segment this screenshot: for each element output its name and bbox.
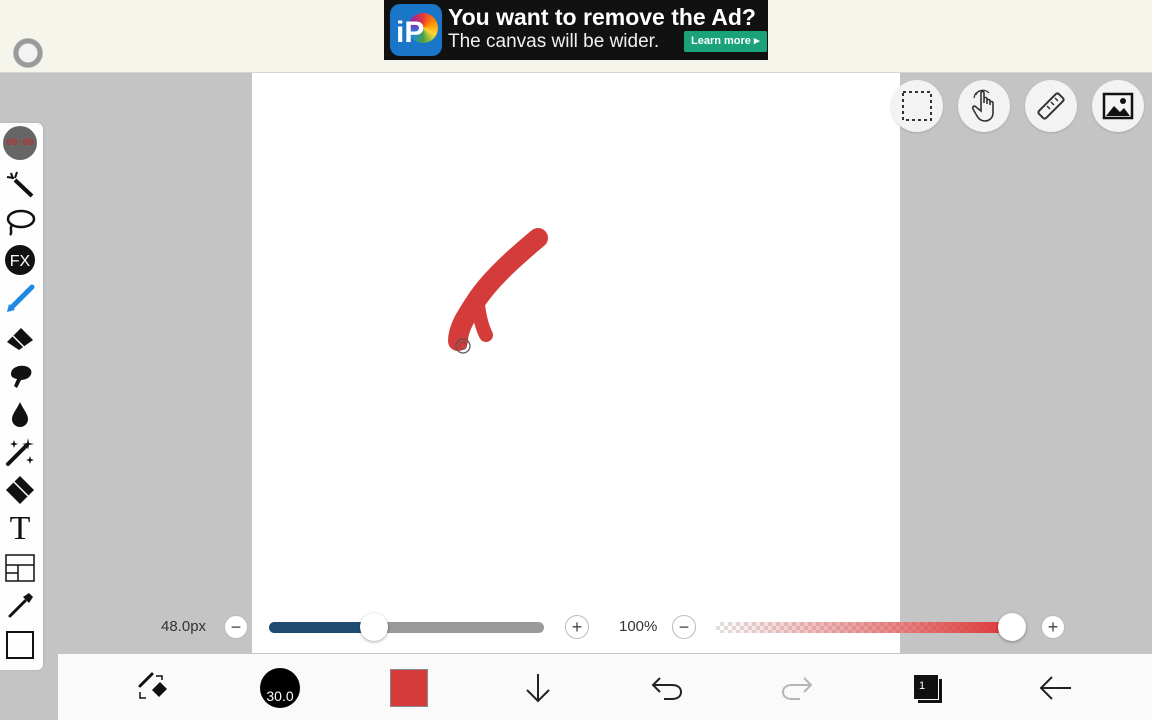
undo-button[interactable] bbox=[645, 666, 689, 710]
magic-wand-icon bbox=[6, 171, 34, 198]
image-icon bbox=[1102, 92, 1134, 120]
selection-button[interactable] bbox=[891, 80, 943, 132]
ad-learn-more-button[interactable]: Learn more ▸ bbox=[684, 31, 767, 52]
tool-swap-button[interactable] bbox=[130, 666, 174, 710]
brush-tool[interactable] bbox=[2, 281, 38, 317]
brush-size-slider-fill bbox=[269, 622, 374, 633]
smudge-tool[interactable] bbox=[2, 357, 38, 393]
drawing-canvas[interactable] bbox=[252, 73, 900, 653]
frame-divider-tool[interactable] bbox=[2, 550, 38, 586]
download-button[interactable] bbox=[516, 666, 560, 710]
layer-number: 1 bbox=[919, 680, 926, 692]
eraser-icon bbox=[7, 328, 33, 350]
tool-panel: 00:00 FX T bbox=[0, 123, 43, 670]
opacity-slider-handle[interactable] bbox=[998, 613, 1026, 641]
water-drop-icon bbox=[12, 402, 28, 427]
special-brush-tool[interactable] bbox=[2, 434, 38, 470]
lasso-icon bbox=[6, 209, 36, 236]
recording-timer-button[interactable]: 00:00 bbox=[2, 125, 38, 161]
hand-button[interactable] bbox=[958, 80, 1010, 132]
text-tool[interactable]: T bbox=[2, 511, 38, 547]
reference-image-button[interactable] bbox=[1092, 80, 1144, 132]
ad-subtext: The canvas will be wider. bbox=[448, 31, 660, 52]
brush-size-button[interactable]: 30.0 bbox=[258, 666, 302, 710]
ibispaint-logo-icon: iP bbox=[390, 4, 442, 56]
top-bar: iP You want to remove the Ad? The canvas… bbox=[0, 0, 1152, 73]
back-button[interactable] bbox=[1034, 666, 1078, 710]
brush-eraser-swap-icon bbox=[138, 672, 167, 699]
brush-icon bbox=[7, 284, 35, 312]
advertisement-banner[interactable]: iP You want to remove the Ad? The canvas… bbox=[384, 0, 768, 60]
red-brush-stroke-tail bbox=[471, 298, 493, 342]
canvas-drawing bbox=[448, 228, 548, 354]
brush-size-indicator: 30.0 bbox=[260, 668, 300, 708]
text-tool-icon: T bbox=[9, 510, 31, 547]
brush-size-decrease-button[interactable]: − bbox=[224, 615, 248, 639]
opacity-slider[interactable] bbox=[716, 622, 1012, 633]
ad-headline: You want to remove the Ad? bbox=[448, 4, 756, 30]
blur-tool[interactable] bbox=[2, 396, 38, 432]
lasso-tool[interactable] bbox=[2, 204, 38, 240]
hand-touch-icon bbox=[971, 89, 994, 122]
eyedropper-tool[interactable] bbox=[2, 588, 38, 624]
canvas-tool[interactable] bbox=[2, 627, 38, 663]
filter-fx-tool[interactable]: FX bbox=[2, 242, 38, 278]
opacity-label: 100% bbox=[619, 618, 658, 635]
brush-size-increase-button[interactable]: + bbox=[565, 615, 589, 639]
fill-bucket-icon bbox=[6, 476, 34, 504]
ad-logo-text: iP bbox=[396, 16, 425, 49]
opacity-decrease-button[interactable]: − bbox=[672, 615, 696, 639]
eyedropper-icon bbox=[8, 593, 33, 618]
fx-icon: FX bbox=[5, 245, 35, 275]
redo-icon bbox=[781, 677, 813, 700]
magic-wand-tool[interactable] bbox=[2, 166, 38, 202]
layers-icon: 1 bbox=[909, 671, 943, 705]
undo-icon bbox=[651, 677, 683, 700]
fx-label: FX bbox=[10, 253, 31, 270]
color-button[interactable] bbox=[387, 666, 431, 710]
smudge-finger-icon bbox=[11, 365, 32, 388]
sparkle-brush-icon bbox=[6, 438, 34, 466]
eraser-tool[interactable] bbox=[2, 319, 38, 355]
brush-size-label: 48.0px bbox=[161, 618, 207, 635]
canvas-frame-icon bbox=[6, 631, 34, 659]
timer-display: 00:00 bbox=[3, 126, 37, 160]
selection-marquee-icon bbox=[902, 91, 932, 121]
layers-button[interactable]: 1 bbox=[904, 666, 948, 710]
opacity-increase-button[interactable]: + bbox=[1041, 615, 1065, 639]
redo-button[interactable] bbox=[775, 666, 819, 710]
brush-size-slider-handle[interactable] bbox=[359, 613, 388, 641]
ruler-button[interactable] bbox=[1025, 80, 1077, 132]
ruler-icon bbox=[1037, 92, 1065, 120]
menu-button[interactable] bbox=[13, 38, 43, 68]
red-brush-stroke bbox=[448, 228, 548, 351]
arrow-left-icon bbox=[1039, 676, 1071, 700]
arrow-down-icon bbox=[526, 674, 550, 703]
fill-bucket-tool[interactable] bbox=[2, 472, 38, 508]
current-color-swatch bbox=[390, 669, 428, 707]
bottom-toolbar bbox=[58, 654, 1152, 720]
brush-size-slider[interactable] bbox=[269, 622, 544, 633]
frame-divider-icon bbox=[5, 554, 35, 582]
